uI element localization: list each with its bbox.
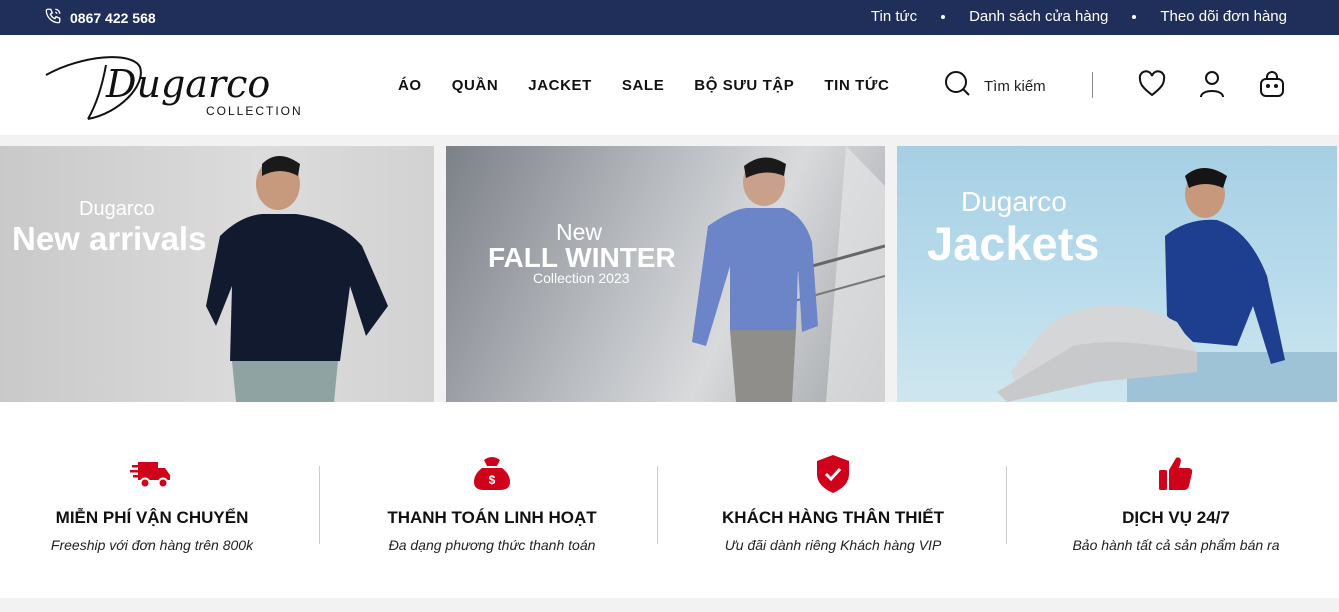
feature-title: THANH TOÁN LINH HOẠT xyxy=(387,508,597,527)
top-bar: 0867 422 568 Tin tức Danh sách cửa hàng … xyxy=(0,0,1339,35)
banner-3-line2: Jackets xyxy=(927,217,1100,270)
feature-subtitle: Freeship với đơn hàng trên 800k xyxy=(50,537,254,553)
banner-new-arrivals[interactable]: Dugarco New arrivals xyxy=(0,146,434,402)
feature-subtitle: Bảo hành tất cả sản phẩm bán ra xyxy=(1072,537,1280,553)
banner-1-small: Dugarco xyxy=(79,198,155,220)
feature-subtitle: Đa dạng phương thức thanh toán xyxy=(388,537,596,553)
feature-title: MIỄN PHÍ VẬN CHUYỂN xyxy=(55,508,249,527)
top-link-track-order[interactable]: Theo dõi đơn hàng xyxy=(1160,8,1287,25)
feature-divider xyxy=(319,466,320,544)
banner-1-big: New arrivals xyxy=(12,220,207,257)
logo-sub-text: COLLECTION xyxy=(206,104,303,118)
user-icon[interactable] xyxy=(1197,69,1227,99)
top-link-news[interactable]: Tin tức xyxy=(871,8,917,25)
feature-flexible-payment: $ THANH TOÁN LINH HOẠT Đa dạng phương th… xyxy=(376,452,608,553)
nav-bo-suu-tap[interactable]: BỘ SƯU TẬP xyxy=(694,77,794,94)
top-link-stores[interactable]: Danh sách cửa hàng xyxy=(969,8,1108,25)
feature-free-shipping: MIỄN PHÍ VẬN CHUYỂN Freeship với đơn hàn… xyxy=(40,452,264,553)
phone-number: 0867 422 568 xyxy=(70,9,156,26)
separator-dot xyxy=(941,14,946,19)
svg-text:$: $ xyxy=(489,473,496,487)
banner-fall-winter[interactable]: New FALL WINTER Collection 2023 xyxy=(446,146,885,402)
heart-icon[interactable] xyxy=(1137,69,1167,99)
main-nav: ÁO QUẦN JACKET SALE BỘ SƯU TẬP TIN TỨC xyxy=(398,35,919,135)
logo-script-text: Dugarco xyxy=(105,62,270,106)
search-label[interactable]: Tìm kiếm xyxy=(984,78,1046,95)
search-icon[interactable] xyxy=(944,70,972,102)
feature-24-7-service: DỊCH VỤ 24/7 Bảo hành tất cả sản phẩm bá… xyxy=(1060,452,1292,553)
nav-ao[interactable]: ÁO xyxy=(398,77,422,94)
feature-title: KHÁCH HÀNG THÂN THIẾT xyxy=(722,508,944,527)
nav-jacket[interactable]: JACKET xyxy=(528,77,592,94)
brand-logo[interactable]: Dugarco COLLECTION xyxy=(42,47,307,125)
feature-subtitle: Ưu đãi dành riêng Khách hàng VIP xyxy=(724,537,942,553)
banner-jackets[interactable]: Dugarco Jackets xyxy=(897,146,1337,402)
banner-row: Dugarco New arrivals New FALL WINTER Col… xyxy=(0,146,1339,402)
phone-icon xyxy=(44,7,62,28)
truck-icon xyxy=(130,452,174,496)
money-bag-icon: $ xyxy=(470,452,514,496)
bag-icon[interactable] xyxy=(1257,69,1287,99)
feature-divider xyxy=(1006,466,1007,544)
thumbs-up-icon xyxy=(1154,452,1198,496)
nav-tin-tuc[interactable]: TIN TỨC xyxy=(824,77,889,94)
header-divider xyxy=(1092,72,1093,98)
nav-sale[interactable]: SALE xyxy=(622,77,664,94)
feature-loyal-customer: KHÁCH HÀNG THÂN THIẾT Ưu đãi dành riêng … xyxy=(712,452,954,553)
top-links: Tin tức Danh sách cửa hàng Theo dõi đơn … xyxy=(871,0,1287,33)
banner-3-line1: Dugarco xyxy=(961,186,1067,217)
banner-2-line3: Collection 2023 xyxy=(533,270,630,286)
search-box[interactable]: Tìm kiếm xyxy=(944,70,1046,102)
shield-check-icon xyxy=(811,452,855,496)
features-strip: MIỄN PHÍ VẬN CHUYỂN Freeship với đơn hàn… xyxy=(0,402,1339,598)
separator-dot xyxy=(1132,14,1137,19)
main-header: Dugarco COLLECTION ÁO QUẦN JACKET SALE B… xyxy=(0,35,1339,135)
nav-quan[interactable]: QUẦN xyxy=(452,77,499,94)
feature-divider xyxy=(657,466,658,544)
feature-title: DỊCH VỤ 24/7 xyxy=(1122,508,1230,527)
hotline[interactable]: 0867 422 568 xyxy=(44,0,156,35)
